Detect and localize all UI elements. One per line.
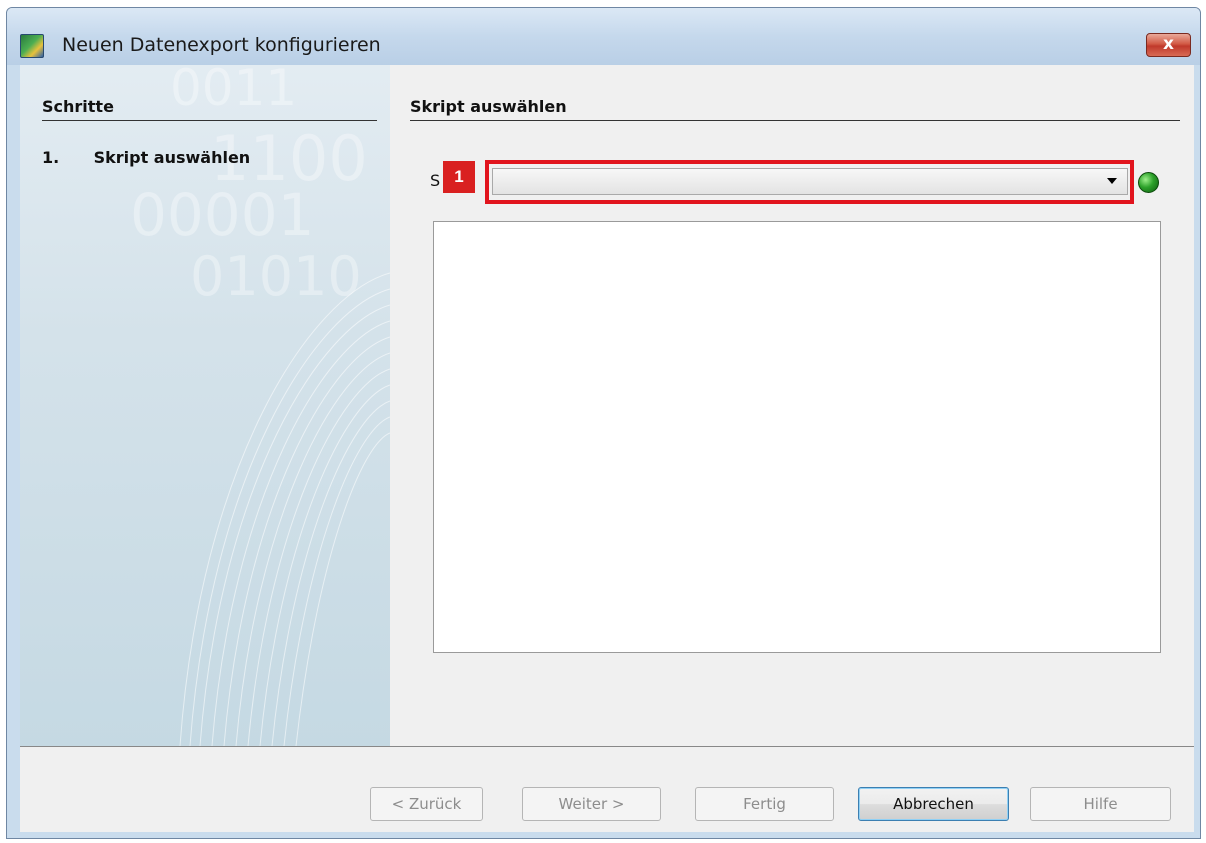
script-field-label: S <box>430 171 441 190</box>
svg-text:00001: 00001 <box>130 181 315 249</box>
script-preview-area[interactable] <box>433 221 1161 653</box>
finish-button[interactable]: Fertig <box>695 787 834 821</box>
steps-divider <box>42 120 377 121</box>
svg-text:0011: 0011 <box>170 65 297 117</box>
close-button[interactable]: x <box>1146 33 1191 57</box>
app-icon <box>20 34 44 58</box>
step-label: Skript auswählen <box>93 148 251 167</box>
button-bar: < Zurück Weiter > Fertig Abbrechen Hilfe <box>20 746 1194 832</box>
step-badge: 1 <box>443 161 475 193</box>
decorative-background: 0011 1100 00001 01010 <box>130 65 390 746</box>
cancel-button[interactable]: Abbrechen <box>858 787 1009 821</box>
help-button[interactable]: Hilfe <box>1030 787 1171 821</box>
dialog-window: Neuen Datenexport konfigurieren x 0011 1… <box>6 7 1201 839</box>
step-item-1: 1. Skript auswählen <box>42 148 250 167</box>
script-select[interactable] <box>492 168 1128 195</box>
steps-panel: 0011 1100 00001 01010 Schritte 1. Skript… <box>20 65 390 746</box>
content-panel: Skript auswählen S 1 <box>390 65 1194 746</box>
chevron-down-icon[interactable] <box>1107 178 1117 184</box>
svg-text:01010: 01010 <box>190 245 362 308</box>
window-title: Neuen Datenexport konfigurieren <box>62 34 381 56</box>
status-indicator-icon <box>1138 172 1159 193</box>
back-button[interactable]: < Zurück <box>370 787 483 821</box>
steps-heading: Schritte <box>42 97 114 116</box>
section-divider <box>410 120 1180 121</box>
step-number: 1. <box>42 148 60 167</box>
next-button[interactable]: Weiter > <box>522 787 661 821</box>
close-icon: x <box>1163 34 1174 54</box>
section-heading: Skript auswählen <box>410 97 567 116</box>
title-bar[interactable]: Neuen Datenexport konfigurieren x <box>7 8 1200 65</box>
